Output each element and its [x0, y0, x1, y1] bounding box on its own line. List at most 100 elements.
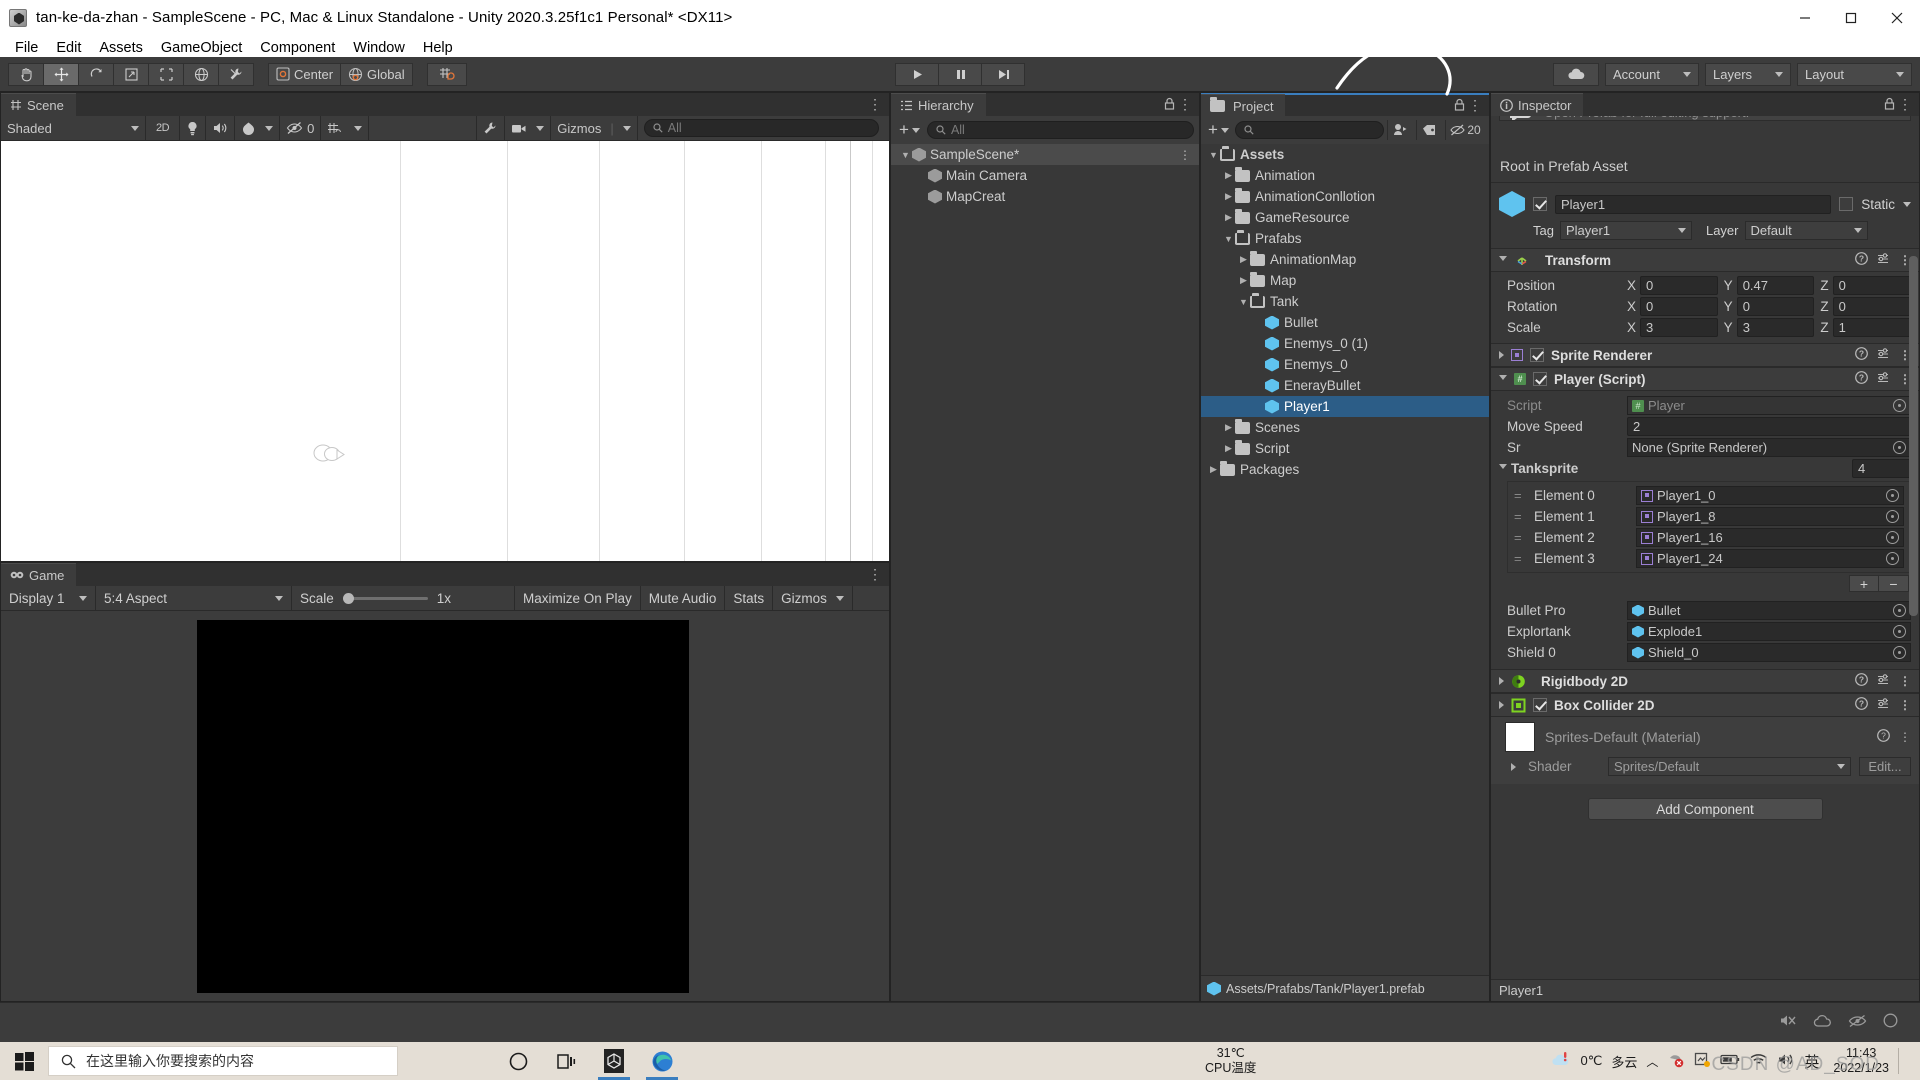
tab-scene[interactable]: Scene: [1, 93, 76, 116]
transform-rotation-z-field[interactable]: 0: [1832, 297, 1912, 316]
sr-objectfield[interactable]: None (Sprite Renderer): [1627, 438, 1911, 457]
project-tree[interactable]: ▼ Assets ▶ Animation ▶ AnimationConllotion ▶ Ga…: [1201, 144, 1489, 975]
expand-arrow-icon[interactable]: ▶: [1237, 275, 1250, 286]
project-row-enemys-0[interactable]: Enemys_0: [1201, 354, 1489, 375]
tray-expand-icon[interactable]: ︿: [1646, 1053, 1658, 1070]
game-gizmos-dropdown[interactable]: Gizmos: [773, 585, 853, 611]
expand-arrow-icon[interactable]: ▶: [1222, 191, 1235, 202]
layer-dropdown[interactable]: Default: [1744, 221, 1868, 240]
hierarchy-panel-menu-icon[interactable]: ⋮: [1178, 96, 1193, 113]
scale-slider-group[interactable]: Scale 1x: [292, 585, 515, 611]
object-picker-icon[interactable]: [1893, 646, 1906, 659]
cloud-icon[interactable]: [1553, 62, 1599, 86]
player-script-expand-arrow[interactable]: [1499, 374, 1507, 384]
play-button[interactable]: [895, 62, 939, 86]
wifi-icon[interactable]: [1749, 1052, 1768, 1070]
space-toggle[interactable]: Global: [340, 62, 413, 86]
object-picker-icon[interactable]: [1886, 510, 1899, 523]
minimize-button[interactable]: [1782, 0, 1828, 35]
tanksprite-expand-arrow[interactable]: [1499, 464, 1507, 473]
show-desktop-button[interactable]: [1898, 1048, 1912, 1074]
component-menu-icon[interactable]: ⋮: [1899, 698, 1911, 712]
expand-arrow-icon[interactable]: ▶: [1222, 443, 1235, 454]
help-icon[interactable]: ?: [1855, 252, 1868, 268]
scene-camera-button[interactable]: [505, 115, 552, 141]
scene-search-input[interactable]: All: [643, 119, 879, 137]
scale-slider-handle[interactable]: [342, 592, 354, 604]
tag-dropdown[interactable]: Player1: [1559, 221, 1692, 240]
project-row-tank[interactable]: ▼ Tank: [1201, 291, 1489, 312]
taskview-icon[interactable]: [542, 1042, 590, 1080]
project-row-gameresource[interactable]: ▶ GameResource: [1201, 207, 1489, 228]
element-objectfield[interactable]: Player1_24: [1636, 549, 1904, 568]
drag-handle-icon[interactable]: =: [1514, 530, 1528, 545]
help-icon[interactable]: ?: [1855, 697, 1868, 713]
hand-tool-button[interactable]: [8, 62, 44, 86]
transform-component-header[interactable]: Transform ? ⋮: [1491, 248, 1919, 272]
rect-tool-button[interactable]: [148, 62, 184, 86]
mute-status-icon[interactable]: [1779, 1013, 1797, 1032]
preset-icon[interactable]: [1877, 697, 1890, 713]
material-expand-arrow[interactable]: [1511, 762, 1516, 771]
transform-position-z-field[interactable]: 0: [1832, 276, 1912, 295]
hierarchy-row-mapcreat[interactable]: MapCreat: [891, 186, 1199, 207]
project-row-eneraybullet[interactable]: EnerayBullet: [1201, 375, 1489, 396]
aspect-dropdown[interactable]: 5:4 Aspect: [96, 585, 292, 611]
hierarchy-lock-icon[interactable]: [1164, 97, 1175, 113]
project-row-script[interactable]: ▶ Script: [1201, 438, 1489, 459]
transform-expand-arrow[interactable]: [1499, 255, 1507, 265]
game-viewport[interactable]: [1, 611, 889, 1001]
camera-gizmo[interactable]: [311, 441, 347, 470]
custom-tool-button[interactable]: [218, 62, 254, 86]
component-menu-icon[interactable]: ⋮: [1899, 674, 1911, 688]
shading-mode-dropdown[interactable]: Shaded: [1, 115, 146, 141]
object-picker-icon[interactable]: [1886, 489, 1899, 502]
boxcollider2d-enabled-checkbox[interactable]: [1533, 698, 1547, 712]
move-tool-button[interactable]: [43, 62, 79, 86]
filter-by-label-icon[interactable]: [1416, 120, 1442, 140]
project-row-scenes[interactable]: ▶ Scenes: [1201, 417, 1489, 438]
transform-scale-x-field[interactable]: 3: [1640, 318, 1718, 337]
object-enabled-checkbox[interactable]: [1533, 197, 1547, 211]
static-chevron-down-icon[interactable]: [1903, 201, 1911, 207]
object-picker-icon[interactable]: [1893, 625, 1906, 638]
ime-indicator[interactable]: 英: [1804, 1051, 1819, 1072]
rigidbody2d-component-header[interactable]: Rigidbody 2D ? ⋮: [1491, 669, 1919, 693]
shader-dropdown[interactable]: Sprites/Default: [1608, 757, 1851, 776]
component-menu-icon[interactable]: ⋮: [1899, 730, 1911, 744]
shader-edit-button[interactable]: Edit...: [1859, 757, 1911, 776]
hierarchy-add-button[interactable]: +: [896, 120, 923, 140]
preset-icon[interactable]: [1877, 252, 1890, 268]
account-dropdown[interactable]: Account: [1605, 62, 1699, 86]
help-icon[interactable]: ?: [1877, 729, 1890, 745]
static-checkbox[interactable]: [1839, 197, 1854, 211]
inspector-scrollbar[interactable]: [1909, 256, 1918, 616]
boxcollider2d-component-header[interactable]: Box Collider 2D ? ⋮: [1491, 693, 1919, 717]
menu-component[interactable]: Component: [251, 37, 344, 59]
stats-toggle[interactable]: Stats: [725, 585, 774, 611]
drag-handle-icon[interactable]: =: [1514, 509, 1528, 524]
project-panel-menu-icon[interactable]: ⋮: [1468, 97, 1483, 114]
boxcollider2d-expand-arrow[interactable]: [1499, 701, 1504, 709]
effects-toggle-button[interactable]: [235, 115, 281, 141]
transform-rotation-y-field[interactable]: 0: [1736, 297, 1815, 316]
menu-help[interactable]: Help: [414, 37, 462, 59]
maximize-on-play-toggle[interactable]: Maximize On Play: [515, 585, 641, 611]
scale-slider[interactable]: [342, 592, 428, 604]
expand-arrow-icon[interactable]: ▶: [1222, 170, 1235, 181]
help-icon[interactable]: ?: [1855, 673, 1868, 689]
expand-arrow-icon[interactable]: ▶: [1207, 464, 1220, 475]
preset-icon[interactable]: [1877, 347, 1890, 363]
sprite-renderer-enabled-checkbox[interactable]: [1530, 348, 1544, 362]
expand-arrow-icon[interactable]: ▶: [1237, 254, 1250, 265]
transform-tool-button[interactable]: [183, 62, 219, 86]
project-row-animationmap[interactable]: ▶ AnimationMap: [1201, 249, 1489, 270]
gizmos-dropdown[interactable]: Gizmos |: [551, 115, 638, 141]
grid-visibility-button[interactable]: [321, 115, 370, 141]
project-add-button[interactable]: +: [1205, 120, 1232, 140]
project-row-animation[interactable]: ▶ Animation: [1201, 165, 1489, 186]
help-icon[interactable]: ?: [1855, 347, 1868, 363]
inspector-lock-icon[interactable]: [1884, 97, 1895, 113]
script-ref-objectfield[interactable]: Shield_0: [1627, 643, 1911, 662]
expand-arrow-icon[interactable]: ▼: [1222, 234, 1235, 244]
